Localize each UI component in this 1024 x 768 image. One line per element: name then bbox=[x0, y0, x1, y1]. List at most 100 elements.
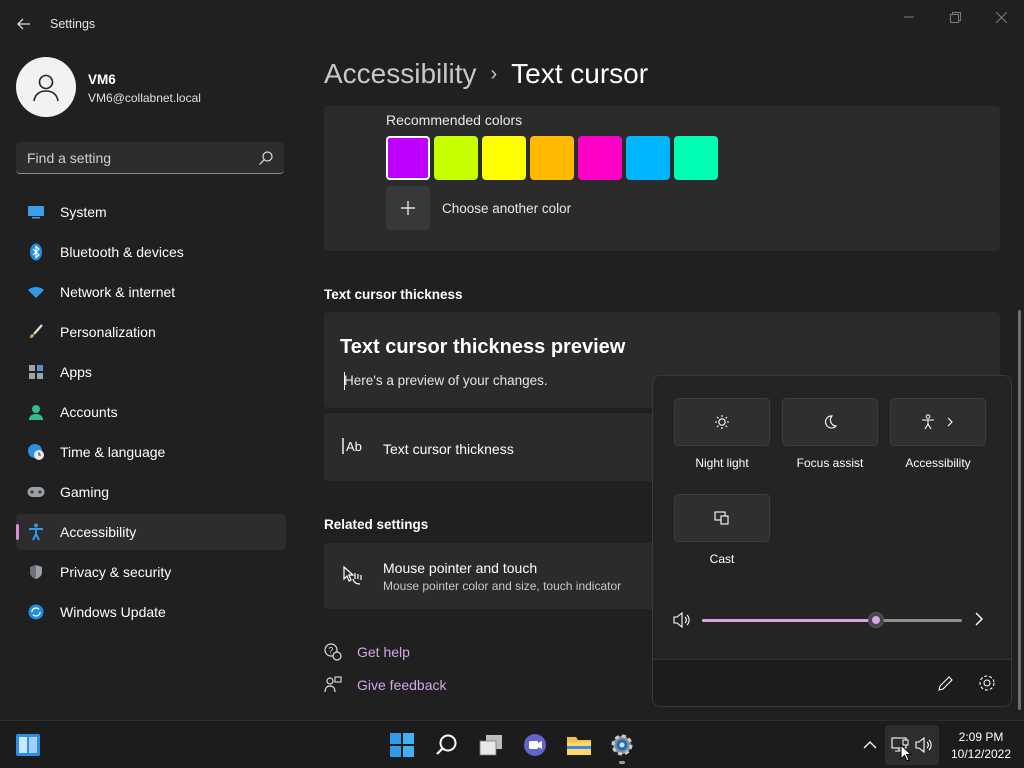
sidebar-item-system[interactable]: System bbox=[16, 194, 286, 230]
sidebar-item-network[interactable]: Network & internet bbox=[16, 274, 286, 310]
volume-icon[interactable] bbox=[673, 612, 691, 628]
color-swatch[interactable] bbox=[386, 136, 430, 180]
brush-icon bbox=[27, 323, 45, 341]
task-view-button[interactable] bbox=[477, 731, 505, 759]
moon-icon bbox=[825, 415, 838, 429]
color-swatch[interactable] bbox=[674, 136, 718, 180]
text-cursor-ab-icon: Ab bbox=[342, 438, 362, 454]
quick-settings-button[interactable] bbox=[885, 725, 939, 765]
mouse-touch-icon bbox=[343, 565, 362, 585]
focus-assist-tile[interactable] bbox=[782, 398, 878, 446]
sidebar-item-label: Accounts bbox=[60, 404, 118, 420]
color-swatch[interactable] bbox=[626, 136, 670, 180]
preview-title: Text cursor thickness preview bbox=[340, 336, 626, 358]
folder-icon bbox=[567, 737, 591, 755]
accessibility-tile[interactable] bbox=[890, 398, 986, 446]
sidebar-item-label: Apps bbox=[60, 364, 92, 380]
feedback-icon bbox=[324, 676, 342, 694]
search-box[interactable] bbox=[16, 142, 284, 174]
search-icon[interactable] bbox=[258, 150, 274, 166]
preview-text: Here's a preview of your changes. bbox=[344, 373, 548, 388]
color-swatch[interactable] bbox=[578, 136, 622, 180]
mouse-pointer-subtitle: Mouse pointer color and size, touch indi… bbox=[383, 579, 622, 593]
minimize-icon bbox=[904, 16, 914, 18]
chat-button[interactable] bbox=[521, 731, 549, 759]
widgets-button[interactable] bbox=[14, 731, 42, 759]
restore-icon bbox=[949, 11, 961, 23]
recommended-colors-label: Recommended colors bbox=[386, 112, 523, 128]
search-taskbar-button[interactable] bbox=[433, 731, 461, 759]
start-button[interactable] bbox=[388, 731, 416, 759]
update-icon bbox=[27, 603, 45, 621]
cast-icon bbox=[714, 511, 729, 525]
night-light-tile[interactable] bbox=[674, 398, 770, 446]
sidebar-item-label: Time & language bbox=[60, 444, 166, 460]
volume-slider-fill bbox=[702, 619, 877, 622]
restore-button[interactable] bbox=[932, 4, 978, 30]
sidebar-item-label: Privacy & security bbox=[60, 564, 172, 580]
give-feedback-link[interactable]: Give feedback bbox=[324, 676, 447, 694]
sidebar-item-windows-update[interactable]: Windows Update bbox=[16, 594, 286, 630]
sidebar-item-label: Bluetooth & devices bbox=[60, 244, 184, 260]
sidebar-item-label: System bbox=[60, 204, 107, 220]
cast-tile[interactable] bbox=[674, 494, 770, 542]
scrollbar[interactable] bbox=[1018, 310, 1021, 710]
color-swatch[interactable] bbox=[482, 136, 526, 180]
volume-slider-thumb[interactable] bbox=[868, 612, 885, 628]
quick-settings-footer bbox=[653, 659, 1011, 706]
sidebar-item-privacy[interactable]: Privacy & security bbox=[16, 554, 286, 590]
back-button[interactable] bbox=[10, 10, 38, 38]
settings-taskbar-button[interactable] bbox=[608, 731, 636, 759]
breadcrumb-parent[interactable]: Accessibility bbox=[324, 58, 476, 90]
system-icon bbox=[27, 203, 45, 221]
choose-another-color-button[interactable] bbox=[386, 186, 430, 230]
clock-date[interactable]: 10/12/2022 bbox=[946, 747, 1016, 761]
svg-text:?: ? bbox=[328, 646, 333, 656]
minimize-button[interactable] bbox=[886, 4, 932, 30]
mouse-pointer-title: Mouse pointer and touch bbox=[383, 560, 538, 576]
sidebar-item-time-language[interactable]: Time & language bbox=[16, 434, 286, 470]
sidebar-item-accounts[interactable]: Accounts bbox=[16, 394, 286, 430]
sidebar-item-gaming[interactable]: Gaming bbox=[16, 474, 286, 510]
get-help-label: Get help bbox=[357, 644, 410, 660]
recommended-colors-card: Recommended colors Choose another color bbox=[324, 106, 1000, 251]
chevron-up-icon bbox=[863, 741, 877, 749]
give-feedback-label: Give feedback bbox=[357, 677, 447, 693]
sidebar-item-label: Gaming bbox=[60, 484, 110, 500]
edit-pencil-icon[interactable] bbox=[937, 674, 955, 692]
avatar[interactable] bbox=[16, 57, 76, 117]
choose-another-color-label: Choose another color bbox=[442, 201, 572, 216]
close-button[interactable] bbox=[978, 4, 1024, 30]
thickness-section-title: Text cursor thickness bbox=[324, 287, 463, 302]
color-swatch[interactable] bbox=[434, 136, 478, 180]
page-title: Text cursor bbox=[511, 58, 649, 89]
close-icon bbox=[995, 11, 1007, 23]
audio-output-chevron-icon[interactable] bbox=[973, 611, 985, 627]
search-input[interactable] bbox=[16, 142, 252, 173]
sidebar-item-label: Network & internet bbox=[60, 284, 176, 300]
wifi-icon bbox=[27, 283, 45, 301]
sidebar-item-accessibility[interactable]: Accessibility bbox=[16, 514, 286, 550]
clock-time[interactable]: 2:09 PM bbox=[946, 730, 1016, 744]
volume-slider-track[interactable] bbox=[702, 612, 962, 628]
user-icon bbox=[33, 74, 59, 102]
sidebar-item-bluetooth[interactable]: Bluetooth & devices bbox=[16, 234, 286, 270]
task-view-icon bbox=[479, 735, 502, 756]
quick-settings-flyout: Night light Focus assist Accessibility C… bbox=[652, 375, 1012, 707]
gear-icon bbox=[611, 734, 633, 756]
sidebar-item-apps[interactable]: Apps bbox=[16, 354, 286, 390]
night-light-label: Night light bbox=[695, 456, 749, 470]
color-swatch[interactable] bbox=[530, 136, 574, 180]
brightness-icon bbox=[715, 415, 729, 429]
app-title: Settings bbox=[50, 17, 96, 31]
title-bar: Settings bbox=[0, 0, 1024, 48]
plus-icon bbox=[401, 201, 415, 215]
apps-icon bbox=[27, 363, 45, 381]
gear-icon[interactable] bbox=[978, 674, 996, 692]
show-hidden-icons-button[interactable] bbox=[856, 731, 884, 759]
profile-name: VM6 bbox=[88, 72, 116, 87]
sidebar-item-personalization[interactable]: Personalization bbox=[16, 314, 286, 350]
file-explorer-button[interactable] bbox=[565, 731, 593, 759]
search-icon bbox=[436, 734, 457, 755]
get-help-link[interactable]: ? Get help bbox=[324, 643, 410, 661]
